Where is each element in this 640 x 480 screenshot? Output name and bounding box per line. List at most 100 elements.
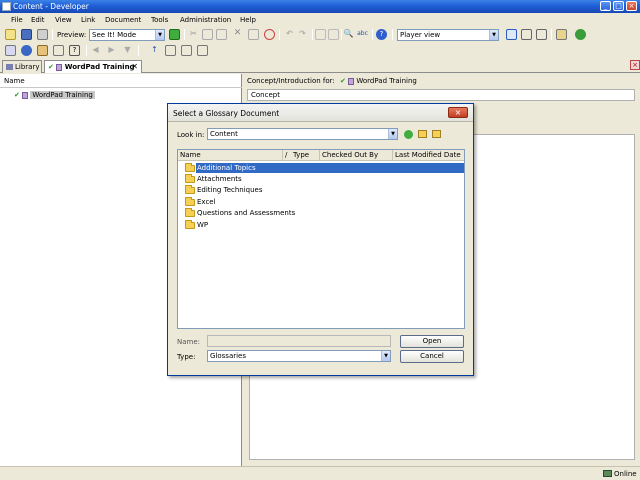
column-type[interactable]: Type [291,150,320,161]
glossary-icon[interactable] [53,45,64,56]
menu-view[interactable]: View [55,16,72,24]
refresh-icon[interactable] [575,29,586,40]
folder-row[interactable]: Attachments [178,174,464,184]
folder-row[interactable]: Editing Techniques [178,185,464,195]
save-icon[interactable] [21,29,32,40]
delete-icon[interactable]: ✕ [232,29,243,40]
look-in-select[interactable]: Content ▼ [207,128,398,140]
cancel-button[interactable]: Cancel [400,350,464,363]
move-up-icon[interactable]: ↑ [149,45,160,56]
web-icon[interactable] [21,45,32,56]
column-last-modified[interactable]: Last Modified Date [393,150,464,161]
menu-edit[interactable]: Edit [31,16,45,24]
menu-document[interactable]: Document [105,16,141,24]
column-name[interactable]: Name [178,150,283,161]
paste-icon[interactable] [216,29,227,40]
select-glossary-dialog: Select a Glossary Document × Look in: Co… [167,103,474,376]
folder-name: Questions and Assessments [197,209,296,217]
name-field[interactable] [207,335,391,347]
library-icon [6,64,13,70]
properties-icon[interactable] [248,29,259,40]
folder-name: Additional Topics [197,164,256,172]
app-icon [2,2,11,11]
menu-link[interactable]: Link [81,16,95,24]
layout-split-icon[interactable] [521,29,532,40]
folder-row[interactable]: Additional Topics [178,163,464,173]
look-in-value: Content [210,130,238,138]
menu-help[interactable]: Help [240,16,256,24]
file-list[interactable]: Name / Type Checked Out By Last Modified… [177,149,465,329]
undo-icon[interactable]: ↶ [284,29,295,40]
column-checked-out-by[interactable]: Checked Out By [320,150,393,161]
new-icon[interactable] [5,29,16,40]
chevron-down-icon: ▼ [489,30,498,40]
view-mode-select[interactable]: Player view ▼ [397,29,499,41]
link-doc-icon[interactable] [181,45,192,56]
redo-icon[interactable]: ↷ [297,29,308,40]
copy-icon[interactable] [202,29,213,40]
folder-name: Attachments [197,175,242,183]
tab-document-label: WordPad Training [64,63,135,71]
outdent-icon[interactable] [315,29,326,40]
go-icon[interactable] [169,29,180,40]
checkmark-icon: ✔ [340,77,346,85]
new-folder-icon[interactable] [432,130,441,138]
forward-icon[interactable]: ▶ [106,45,117,56]
link-icon[interactable] [264,29,275,40]
concept-tab-label: Concept [251,91,280,99]
folder-row[interactable]: Questions and Assessments [178,208,464,218]
package-icon[interactable] [37,45,48,56]
help-icon[interactable]: ? [376,29,387,40]
cut-icon[interactable]: ✂ [188,29,199,40]
folder-name: Editing Techniques [197,186,263,194]
window-titlebar[interactable]: Content - Developer _ □ × [0,0,640,13]
dialog-titlebar[interactable]: Select a Glossary Document × [168,104,473,122]
tab-wordpad-training[interactable]: ✔ WordPad Training ✕ [44,60,142,73]
minimize-button[interactable]: _ [600,1,611,11]
maximize-button[interactable]: □ [613,1,624,11]
name-column-header[interactable]: Name [0,77,242,88]
folder-icon [185,197,195,206]
tree-item-wordpad-training[interactable]: ✔ WordPad Training [14,91,95,101]
frame-icon[interactable] [5,45,16,56]
folder-icon [185,174,195,183]
move-down-icon[interactable]: ▼ [122,45,133,56]
menu-administration[interactable]: Administration [180,16,231,24]
status-bar: Online [0,466,640,480]
layout-single-icon[interactable] [506,29,517,40]
dialog-close-button[interactable]: × [448,107,468,118]
concept-tab[interactable]: Concept [247,89,635,101]
close-panel-icon[interactable]: × [630,60,640,70]
menu-bar: File Edit View Link Document Tools Admin… [0,13,640,27]
folder-row[interactable]: Excel [178,197,464,207]
tab-library[interactable]: Library [2,60,42,73]
document-icon [22,91,29,99]
layout-columns-icon[interactable] [536,29,547,40]
concept-for-label: Concept/Introduction for: [247,77,335,85]
dialog-title: Select a Glossary Document [173,109,280,118]
print-icon[interactable] [37,29,48,40]
menu-file[interactable]: File [11,16,23,24]
insert-icon[interactable] [165,45,176,56]
menu-tools[interactable]: Tools [151,16,168,24]
folder-name: Excel [197,198,216,206]
find-icon[interactable]: 🔍 [343,29,354,40]
preview-mode-select[interactable]: See It! Mode ▼ [89,29,165,41]
back-folder-icon[interactable] [404,130,413,139]
folder-row[interactable]: WP [178,220,464,230]
back-icon[interactable]: ◀ [90,45,101,56]
indent-icon[interactable] [328,29,339,40]
document-icon [348,77,355,85]
folder-icon [185,163,195,172]
question-icon[interactable]: ? [69,45,80,56]
spellcheck-icon[interactable]: abc [357,29,368,40]
close-button[interactable]: × [626,1,637,11]
up-folder-icon[interactable] [418,130,427,138]
publish-icon[interactable] [556,29,567,40]
type-select[interactable]: Glossaries ▼ [207,350,391,362]
open-button[interactable]: Open [400,335,464,348]
unlink-icon[interactable] [197,45,208,56]
name-column-label: Name [4,77,25,85]
file-list-header: Name / Type Checked Out By Last Modified… [178,150,464,161]
close-tab-icon[interactable]: ✕ [131,62,138,71]
